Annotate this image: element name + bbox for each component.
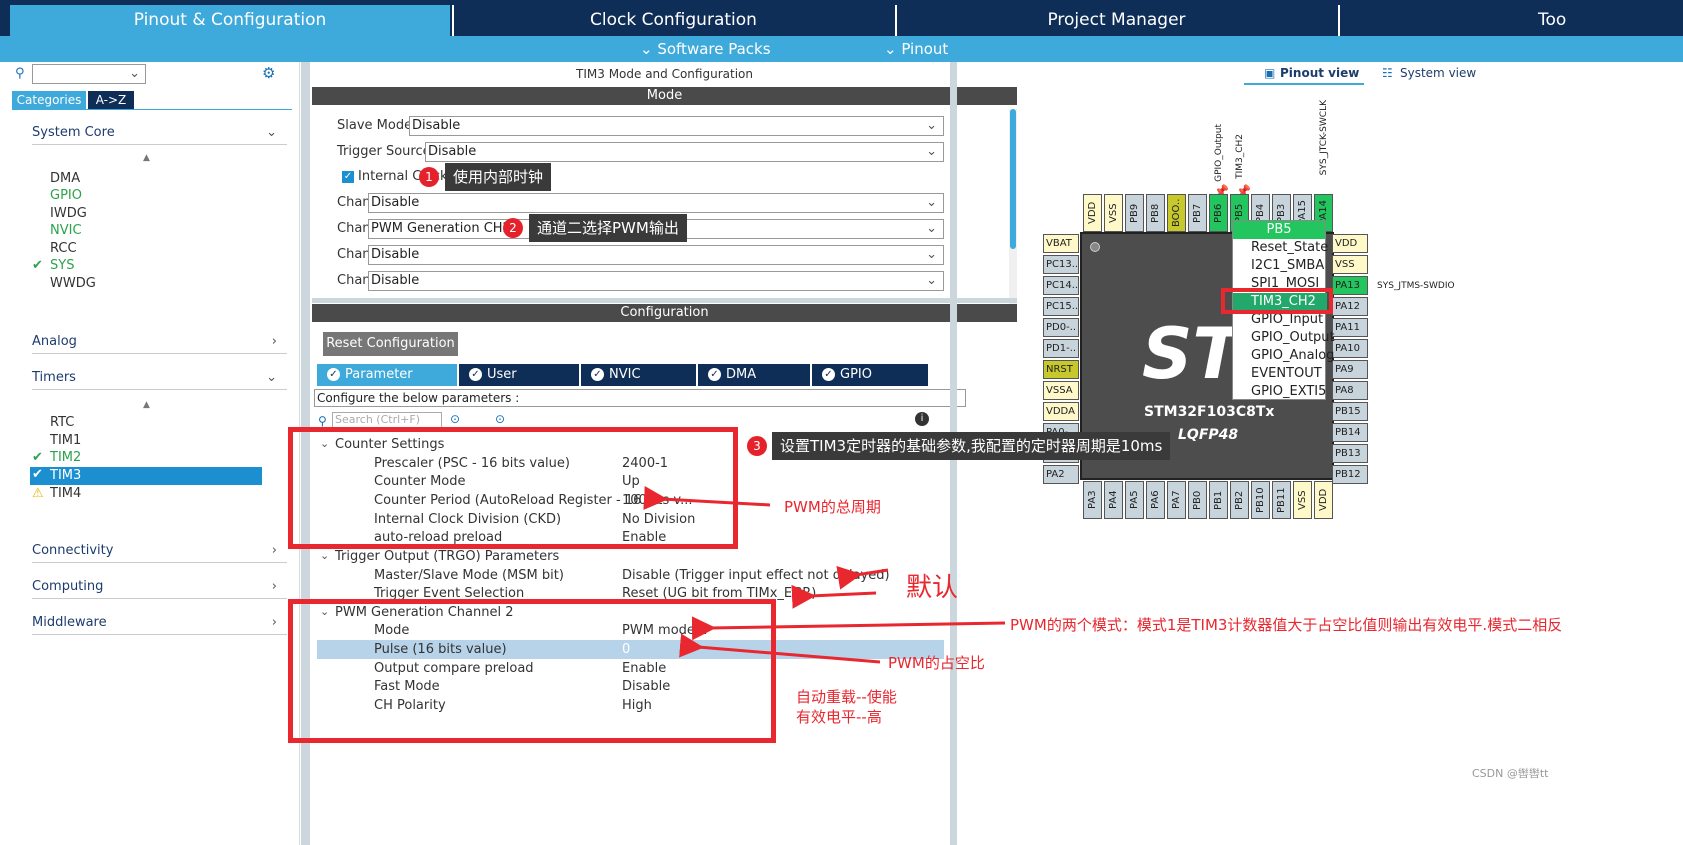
- arrow-period: [643, 486, 771, 510]
- note-pwm-period: PWM的总周期: [784, 498, 881, 516]
- note-duty: PWM的占空比: [888, 654, 985, 672]
- arrow-default-2: [791, 584, 877, 609]
- arrow-default-1: [836, 565, 889, 590]
- arrow-duty: [679, 633, 881, 664]
- arrow-pwm-mode: [691, 616, 1006, 641]
- note-default: 默认: [906, 573, 959, 603]
- note-pwm-modes: PWM的两个模式：模式1是TIM3计数器值大于占空比值则输出有效电平.模式二相反: [1010, 616, 1563, 634]
- note-active-level: 有效电平--高: [796, 708, 882, 726]
- note-auto-reload: 自动重载--使能: [796, 688, 897, 706]
- watermark: CSDN @辔辔tt: [1472, 767, 1549, 780]
